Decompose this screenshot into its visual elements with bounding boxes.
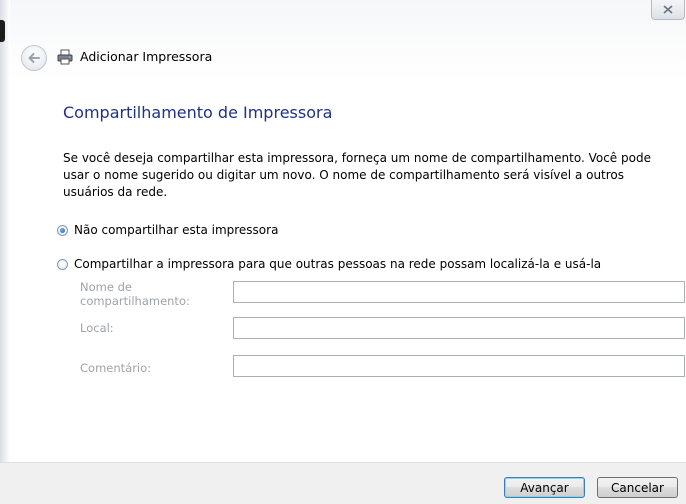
- comment-label: Comentário:: [80, 361, 152, 375]
- location-input[interactable]: [233, 317, 685, 339]
- comment-input[interactable]: [233, 355, 685, 377]
- location-label: Local:: [80, 321, 114, 335]
- radio-button[interactable]: [57, 258, 68, 270]
- window-edge-notch: [0, 20, 5, 42]
- radio-button-selected[interactable]: [57, 224, 68, 236]
- share-name-label: Nome de compartilhamento:: [80, 280, 190, 308]
- close-icon: [663, 5, 673, 14]
- next-button[interactable]: Avançar: [504, 477, 585, 498]
- title-bar: [0, 0, 686, 80]
- cancel-button[interactable]: Cancelar: [597, 477, 678, 498]
- back-arrow-icon: [28, 53, 40, 63]
- window-title: Adicionar Impressora: [80, 49, 213, 64]
- radio-label: Compartilhar a impressora para que outra…: [74, 257, 602, 271]
- back-button[interactable]: [21, 45, 47, 71]
- close-button[interactable]: [651, 0, 685, 20]
- radio-share[interactable]: Compartilhar a impressora para que outra…: [57, 257, 601, 271]
- share-name-input[interactable]: [233, 281, 685, 303]
- window-left-edge: [0, 0, 10, 503]
- page-title: Compartilhamento de Impressora: [63, 103, 333, 122]
- page-description: Se você deseja compartilhar esta impress…: [63, 151, 651, 199]
- printer-icon: [57, 49, 73, 65]
- radio-label: Não compartilhar esta impressora: [74, 223, 279, 237]
- radio-do-not-share[interactable]: Não compartilhar esta impressora: [57, 223, 278, 237]
